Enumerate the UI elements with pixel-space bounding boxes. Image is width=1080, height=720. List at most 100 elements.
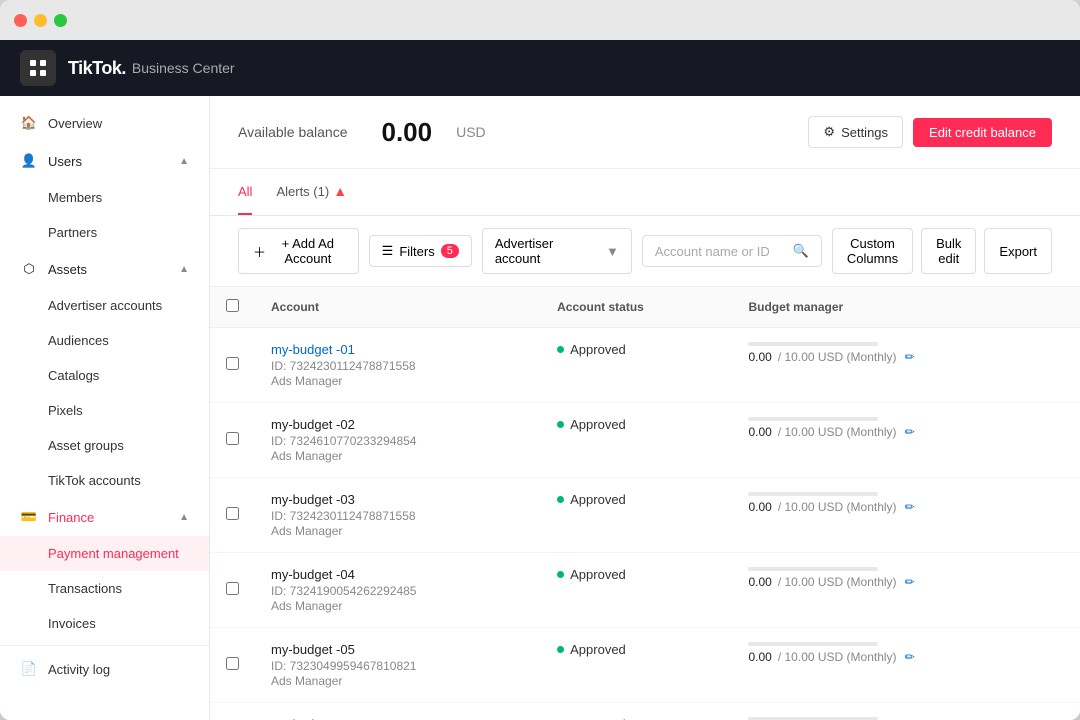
edit-budget-icon[interactable]: ✏	[905, 425, 915, 439]
row-account-cell: my-budget -01 ID: 7324230112478871558 Ad…	[255, 328, 541, 403]
tab-all[interactable]: All	[238, 170, 252, 215]
status-text: Approved	[570, 567, 626, 582]
add-ad-account-label: + Add Ad Account	[272, 236, 344, 266]
sidebar-item-users[interactable]: 👤 Users ▲	[0, 142, 209, 180]
bulk-edit-button[interactable]: Bulk edit	[921, 228, 976, 274]
brand-logo: TikTok. Business Center	[68, 58, 235, 79]
budget-separator: / 10.00 USD (Monthly)	[778, 650, 897, 664]
row-budget-cell: 0.00 / 10.00 USD (Custom) ✏ ↻	[732, 703, 1080, 720]
table-select-all-header	[210, 287, 255, 328]
finance-icon: 💳	[20, 508, 38, 526]
row-budget-cell: 0.00 / 10.00 USD (Monthly) ✏	[732, 553, 1080, 628]
dropdown-label: Advertiser account	[495, 236, 600, 266]
status-text: Approved	[570, 417, 626, 432]
row-checkbox[interactable]	[226, 507, 239, 520]
sidebar-label-transactions: Transactions	[48, 581, 122, 596]
edit-budget-icon[interactable]: ✏	[905, 350, 915, 364]
budget-text: 0.00 / 10.00 USD (Monthly) ✏	[748, 500, 1064, 514]
sidebar-item-advertiser-accounts[interactable]: Advertiser accounts	[0, 288, 209, 323]
sidebar-item-overview[interactable]: 🏠 Overview	[0, 104, 209, 142]
sidebar-label-members: Members	[48, 190, 102, 205]
sidebar-item-asset-groups[interactable]: Asset groups	[0, 428, 209, 463]
status-approved: Approved	[557, 567, 716, 582]
sidebar-item-finance[interactable]: 💳 Finance ▲	[0, 498, 209, 536]
sidebar-label-finance: Finance	[48, 510, 94, 525]
budget-separator: / 10.00 USD (Monthly)	[778, 425, 897, 439]
title-bar	[0, 0, 1080, 40]
row-account-cell: my-budget -02 ID: 7324610770233294854 Ad…	[255, 403, 541, 478]
row-checkbox[interactable]	[226, 582, 239, 595]
sidebar-item-partners[interactable]: Partners	[0, 215, 209, 250]
sidebar-item-invoices[interactable]: Invoices	[0, 606, 209, 641]
row-status-cell: Approved	[541, 403, 732, 478]
sidebar-item-transactions[interactable]: Transactions	[0, 571, 209, 606]
grid-menu-button[interactable]	[20, 50, 56, 86]
sidebar-item-members[interactable]: Members	[0, 180, 209, 215]
filter-button[interactable]: ☰ Filters 5	[369, 235, 472, 267]
settings-label: Settings	[841, 125, 888, 140]
accounts-table: Account Account status Budget manager my…	[210, 287, 1080, 720]
edit-budget-icon[interactable]: ✏	[905, 500, 915, 514]
sidebar-item-pixels[interactable]: Pixels	[0, 393, 209, 428]
account-id: ID: 7324230112478871558	[271, 509, 525, 523]
budget-text: 0.00 / 10.00 USD (Monthly) ✏	[748, 425, 1064, 439]
budget-bar-bg	[748, 642, 878, 646]
edit-credit-button[interactable]: Edit credit balance	[913, 118, 1052, 147]
sidebar-item-tiktok-accounts[interactable]: TikTok accounts	[0, 463, 209, 498]
bulk-edit-label: Bulk edit	[936, 236, 961, 266]
close-button[interactable]	[14, 14, 27, 27]
custom-columns-button[interactable]: Custom Columns	[832, 228, 913, 274]
sidebar-label-asset-groups: Asset groups	[48, 438, 124, 453]
filter-icon: ☰	[382, 243, 394, 259]
sidebar-label-overview: Overview	[48, 116, 102, 131]
row-budget-cell: 0.00 / 10.00 USD (Monthly) ✏	[732, 328, 1080, 403]
export-button[interactable]: Export	[984, 228, 1052, 274]
sidebar-label-partners: Partners	[48, 225, 97, 240]
account-name[interactable]: my-budget -01	[271, 342, 525, 357]
select-all-checkbox[interactable]	[226, 299, 239, 312]
edit-budget-icon[interactable]: ✏	[905, 575, 915, 589]
row-budget-cell: 0.00 / 10.00 USD (Monthly) ✏	[732, 628, 1080, 703]
sidebar-item-payment-management[interactable]: Payment management	[0, 536, 209, 571]
sidebar-label-tiktok-accounts: TikTok accounts	[48, 473, 141, 488]
row-checkbox-cell	[210, 628, 255, 703]
sidebar-item-activity-log[interactable]: 📄 Activity log	[0, 650, 209, 688]
minimize-button[interactable]	[34, 14, 47, 27]
edit-budget-icon[interactable]: ✏	[905, 650, 915, 664]
status-approved: Approved	[557, 342, 716, 357]
approved-dot	[557, 346, 564, 353]
search-icon[interactable]: 🔍	[793, 243, 809, 259]
sidebar-item-catalogs[interactable]: Catalogs	[0, 358, 209, 393]
account-id: ID: 7324190054262292485	[271, 584, 525, 598]
row-account-cell: my-budget -06 ID: 7226985628196519941 Ad…	[255, 703, 541, 720]
settings-button[interactable]: ⚙ Settings	[808, 116, 903, 148]
home-icon: 🏠	[20, 114, 38, 132]
table-row: my-budget -03 ID: 7324230112478871558 Ad…	[210, 478, 1080, 553]
row-account-cell: my-budget -05 ID: 7323049959467810821 Ad…	[255, 628, 541, 703]
budget-separator: / 10.00 USD (Monthly)	[778, 500, 897, 514]
filter-count: 5	[441, 244, 459, 258]
account-type: Ads Manager	[271, 524, 525, 538]
top-nav: TikTok. Business Center	[0, 40, 1080, 96]
account-name: my-budget -04	[271, 567, 525, 582]
table-row: my-budget -04 ID: 7324190054262292485 Ad…	[210, 553, 1080, 628]
sidebar-item-assets[interactable]: ⬡ Assets ▲	[0, 250, 209, 288]
add-ad-account-button[interactable]: ＋ + Add Ad Account	[238, 228, 359, 274]
row-checkbox[interactable]	[226, 657, 239, 670]
sidebar-item-audiences[interactable]: Audiences	[0, 323, 209, 358]
tab-alerts[interactable]: Alerts (1) ▲	[276, 169, 347, 215]
approved-dot	[557, 646, 564, 653]
budget-text: 0.00 / 10.00 USD (Monthly) ✏	[748, 350, 1064, 364]
sidebar: 🏠 Overview 👤 Users ▲ Members Partners ⬡ …	[0, 96, 210, 720]
maximize-button[interactable]	[54, 14, 67, 27]
account-name: my-budget -03	[271, 492, 525, 507]
row-account-cell: my-budget -04 ID: 7324190054262292485 Ad…	[255, 553, 541, 628]
sidebar-label-advertiser-accounts: Advertiser accounts	[48, 298, 162, 313]
toolbar-right: Custom Columns Bulk edit Export	[832, 228, 1052, 274]
budget-bar-bg	[748, 417, 878, 421]
status-approved: Approved	[557, 642, 716, 657]
assets-icon: ⬡	[20, 260, 38, 278]
row-checkbox[interactable]	[226, 432, 239, 445]
row-checkbox[interactable]	[226, 357, 239, 370]
advertiser-account-dropdown[interactable]: Advertiser account ▼	[482, 228, 632, 274]
